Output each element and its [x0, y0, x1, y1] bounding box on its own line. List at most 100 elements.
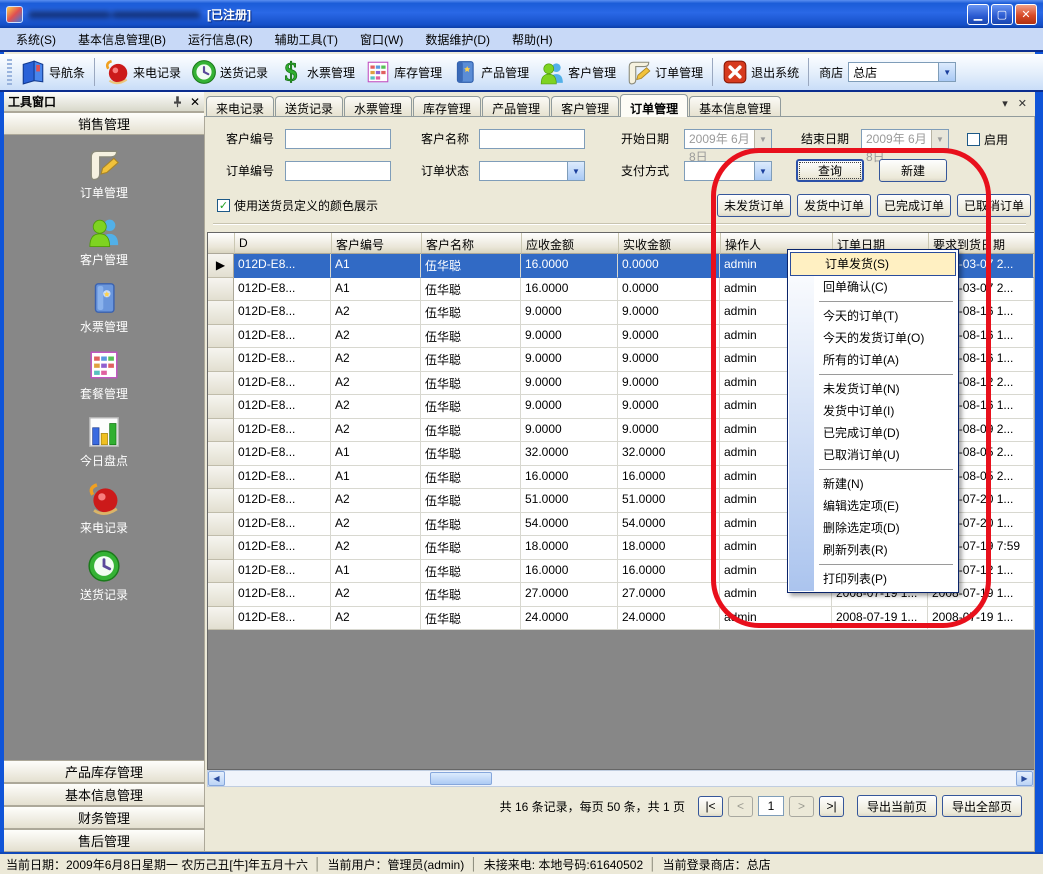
pay-method-select[interactable]: ▼ — [684, 161, 772, 181]
prev-page-button[interactable]: < — [728, 796, 753, 817]
order-status-select[interactable]: ▼ — [479, 161, 585, 181]
context-menu-item-5[interactable]: 未发货订单(N) — [789, 378, 957, 400]
sidebar-item-water-ticket[interactable]: 水票管理 — [80, 281, 128, 335]
row-selector-cell[interactable] — [208, 607, 234, 631]
context-menu-item-11[interactable]: 删除选定项(D) — [789, 517, 957, 539]
toolbar-water-ticket[interactable]: 水票管理 — [273, 56, 360, 88]
shop-select[interactable]: 总店 ▼ — [848, 62, 956, 82]
checkbox-box[interactable] — [967, 133, 980, 146]
sidebar-section-after-sales[interactable]: 售后管理 — [4, 829, 204, 852]
color-display-checkbox[interactable]: ✓ 使用送货员定义的颜色展示 — [217, 197, 378, 214]
toolbar-exit[interactable]: 退出系统 — [717, 56, 804, 88]
toolbar-products[interactable]: 产品管理 — [447, 56, 534, 88]
tab-6[interactable]: 订单管理 — [620, 94, 688, 117]
row-selector-cell[interactable] — [208, 536, 234, 560]
enable-checkbox[interactable]: 启用 — [967, 131, 1008, 148]
chevron-down-icon[interactable]: ▼ — [567, 162, 584, 180]
menu-data-maintenance[interactable]: 数据维护(D) — [415, 28, 500, 51]
row-selector-cell[interactable] — [208, 442, 234, 466]
toolbar-nav-bar[interactable]: 导航条 — [15, 56, 90, 88]
menu-help[interactable]: 帮助(H) — [502, 28, 563, 51]
sidebar-item-today-check[interactable]: 今日盘点 — [80, 415, 128, 469]
not-shipped-orders-button[interactable]: 未发货订单 — [717, 194, 791, 217]
first-page-button[interactable]: |< — [698, 796, 723, 817]
row-selector-cell[interactable] — [208, 560, 234, 584]
toolbar-inventory[interactable]: 库存管理 — [360, 56, 447, 88]
tab-0[interactable]: 来电记录 — [206, 96, 274, 116]
new-button[interactable]: 新建 — [879, 159, 947, 182]
start-date-picker[interactable]: 2009年 6月 8日 ▼ — [684, 129, 772, 149]
context-menu-item-0[interactable]: 订单发货(S) — [790, 252, 956, 276]
context-menu-item-9[interactable]: 新建(N) — [789, 473, 957, 495]
scroll-right-icon[interactable]: ▶ — [1016, 771, 1033, 786]
horizontal-scrollbar[interactable]: ◀ ▶ — [207, 770, 1034, 787]
export-all-pages-button[interactable]: 导出全部页 — [942, 795, 1022, 817]
column-header-2[interactable]: 客户名称 — [422, 233, 522, 254]
tab-7[interactable]: 基本信息管理 — [689, 96, 781, 116]
context-menu-item-13[interactable]: 打印列表(P) — [789, 568, 957, 590]
tab-5[interactable]: 客户管理 — [551, 96, 619, 116]
row-selector-cell[interactable] — [208, 325, 234, 349]
context-menu-item-10[interactable]: 编辑选定项(E) — [789, 495, 957, 517]
last-page-button[interactable]: >| — [819, 796, 844, 817]
tab-1[interactable]: 送货记录 — [275, 96, 343, 116]
table-row[interactable]: 012D-E8...A2伍华聪24.000024.0000admin2008-0… — [208, 607, 1034, 631]
menu-basic-info[interactable]: 基本信息管理(B) — [68, 28, 176, 51]
context-menu-item-2[interactable]: 今天的订单(T) — [789, 305, 957, 327]
chevron-down-icon[interactable]: ▼ — [754, 162, 771, 180]
cancelled-orders-button[interactable]: 已取消订单 — [957, 194, 1031, 217]
customer-name-input[interactable] — [479, 129, 585, 149]
sidebar-item-delivery-records[interactable]: 送货记录 — [80, 549, 128, 603]
export-current-page-button[interactable]: 导出当前页 — [857, 795, 937, 817]
sidebar-section-sales[interactable]: 销售管理 — [4, 112, 204, 135]
next-page-button[interactable]: > — [789, 796, 814, 817]
toolbar-call-records[interactable]: 来电记录 — [99, 56, 186, 88]
row-selector-cell[interactable] — [208, 466, 234, 490]
minimize-button[interactable]: ▁ — [967, 4, 989, 25]
context-menu-item-3[interactable]: 今天的发货订单(O) — [789, 327, 957, 349]
row-selector-cell[interactable] — [208, 372, 234, 396]
column-header-1[interactable]: 客户编号 — [332, 233, 422, 254]
context-menu-item-8[interactable]: 已取消订单(U) — [789, 444, 957, 466]
row-selector-cell[interactable] — [208, 395, 234, 419]
context-menu-item-6[interactable]: 发货中订单(I) — [789, 400, 957, 422]
sidebar-item-customers[interactable]: 客户管理 — [80, 214, 128, 268]
row-selector-cell[interactable] — [208, 489, 234, 513]
menu-system[interactable]: 系统(S) — [6, 28, 66, 51]
context-menu-item-4[interactable]: 所有的订单(A) — [789, 349, 957, 371]
chevron-down-icon[interactable]: ▼ — [938, 63, 955, 81]
sidebar-section-product-inventory[interactable]: 产品库存管理 — [4, 760, 204, 783]
tab-close-icon[interactable]: ✕ — [1018, 97, 1027, 110]
scroll-left-icon[interactable]: ◀ — [208, 771, 225, 786]
order-code-input[interactable] — [285, 161, 391, 181]
sidebar-item-packages[interactable]: 套餐管理 — [80, 348, 128, 402]
close-button[interactable]: ✕ — [1015, 4, 1037, 25]
customer-code-input[interactable] — [285, 129, 391, 149]
row-selector-cell[interactable] — [208, 513, 234, 537]
row-selector-cell[interactable] — [208, 583, 234, 607]
shipping-orders-button[interactable]: 发货中订单 — [797, 194, 871, 217]
column-header-3[interactable]: 应收金额 — [522, 233, 619, 254]
sidebar-section-basic-info[interactable]: 基本信息管理 — [4, 783, 204, 806]
context-menu-item-7[interactable]: 已完成订单(D) — [789, 422, 957, 444]
toolbar-orders[interactable]: 订单管理 — [621, 56, 708, 88]
column-header-4[interactable]: 实收金额 — [619, 233, 721, 254]
column-header-0[interactable]: D — [235, 233, 332, 254]
tab-overflow-chevron-icon[interactable]: ▾ — [1002, 97, 1008, 110]
end-date-picker[interactable]: 2009年 6月 8日 ▼ — [861, 129, 949, 149]
row-selector-cell[interactable] — [208, 419, 234, 443]
pin-icon[interactable] — [171, 95, 184, 108]
scrollbar-thumb[interactable] — [430, 772, 492, 785]
menu-runtime-info[interactable]: 运行信息(R) — [178, 28, 263, 51]
close-icon[interactable]: ✕ — [190, 95, 200, 109]
tab-2[interactable]: 水票管理 — [344, 96, 412, 116]
context-menu-item-12[interactable]: 刷新列表(R) — [789, 539, 957, 561]
search-button[interactable]: 查询 — [796, 159, 864, 182]
sidebar-section-finance[interactable]: 财务管理 — [4, 806, 204, 829]
context-menu-item-1[interactable]: 回单确认(C) — [789, 276, 957, 298]
toolbar-customers[interactable]: 客户管理 — [534, 56, 621, 88]
tab-4[interactable]: 产品管理 — [482, 96, 550, 116]
page-number-input[interactable] — [758, 796, 784, 816]
maximize-button[interactable]: ▢ — [991, 4, 1013, 25]
completed-orders-button[interactable]: 已完成订单 — [877, 194, 951, 217]
